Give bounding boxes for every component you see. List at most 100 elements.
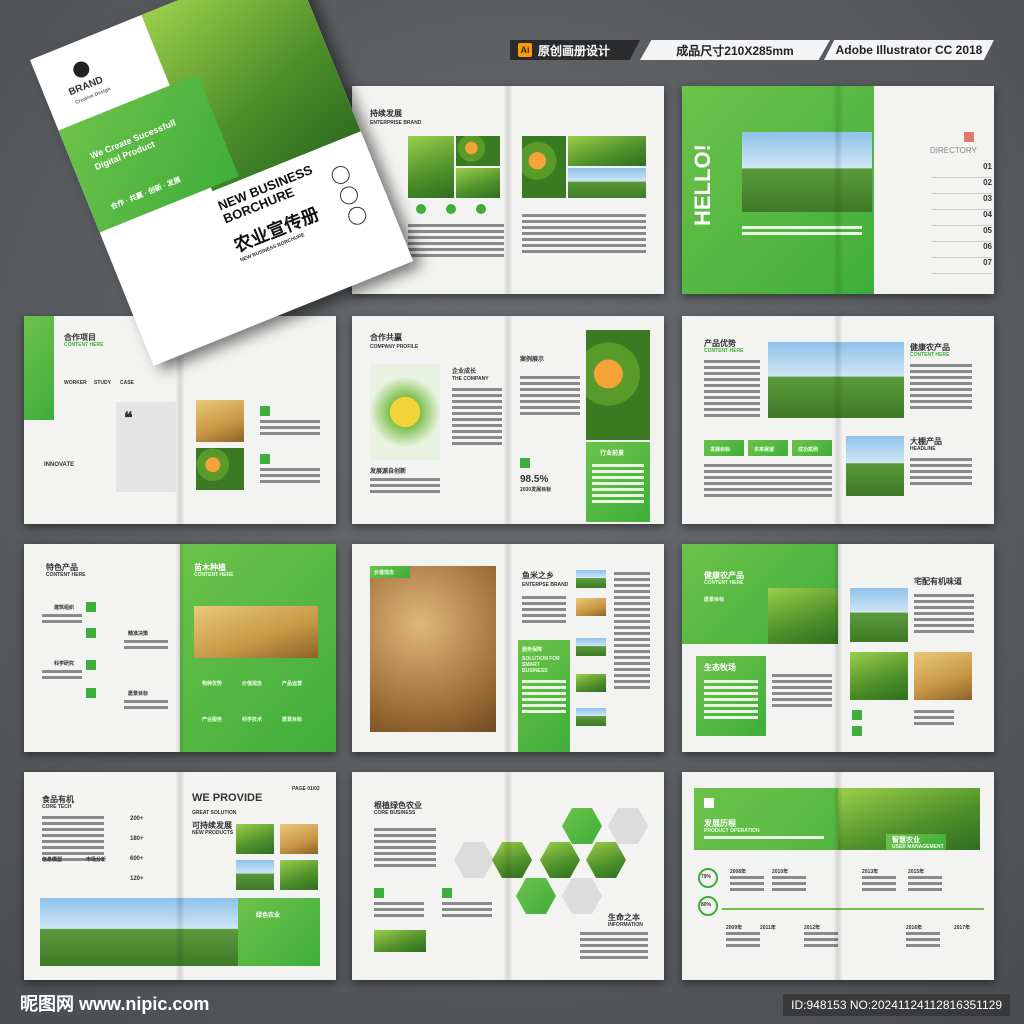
stat-value: 98.5% <box>520 474 549 485</box>
goal-tab[interactable]: 发展目标 <box>704 440 744 456</box>
vision-icon <box>86 688 96 698</box>
page-number: PAGE 01/02 <box>292 786 320 792</box>
page-subtitle: CONTENT HERE <box>64 342 104 348</box>
photo-grain-bowl <box>914 652 972 700</box>
vision-label: 愿景目标 <box>704 597 725 603</box>
year-text <box>908 876 942 894</box>
text-4 <box>124 700 168 712</box>
leaf-icon <box>260 406 270 416</box>
page-subtitle: CONTENT HERE <box>46 572 86 578</box>
item-label: 愿景目标 <box>128 691 149 697</box>
page-subtitle: CORE BUSINESS <box>374 810 416 816</box>
greenhouse-text <box>910 458 972 488</box>
text-block-2 <box>374 902 424 920</box>
spread-history: 发展历程 PRODUCT OPERATION 智慧农业 USER MANAGEM… <box>682 772 994 980</box>
tabs-text <box>704 464 832 500</box>
chart-icon <box>260 454 270 464</box>
site-logo[interactable]: 昵图网 www.nipic.com <box>20 990 209 1016</box>
page-subtitle: ENTERPRISE BRAND <box>370 120 422 126</box>
icon-label: 产业服务 <box>202 717 223 723</box>
green-panel: 苗木种植 CONTENT HERE 物种优势 价值观念 产品运营 产业服务 科学… <box>180 544 336 752</box>
page-title: 持续发展 <box>370 109 402 118</box>
photo-meadow <box>40 898 238 966</box>
ranch-text <box>704 680 758 722</box>
green-strip <box>24 316 54 420</box>
caption-text <box>370 478 440 496</box>
tag-size-label: 成品尺寸210X285mm <box>676 43 794 58</box>
caption: 发展源自创新 <box>370 469 407 475</box>
directory-item[interactable]: 05 <box>932 226 992 242</box>
page-title: 合作共赢 <box>370 333 402 342</box>
pct-2: 80% <box>701 902 712 908</box>
thumb-2 <box>280 824 318 854</box>
delivery-title: 宅配有机味道 <box>914 577 962 586</box>
thumb-3 <box>576 638 606 656</box>
year-text-b <box>906 932 940 950</box>
icon-label: 物种优势 <box>202 681 223 687</box>
feature-icon-2 <box>852 726 862 736</box>
quote-box: ❝ <box>116 402 176 492</box>
thumb-2 <box>576 598 606 616</box>
directory-item[interactable]: 02 <box>932 178 992 194</box>
stat-label: 2030发展目标 <box>520 487 552 493</box>
image-id: ID:948153 NO:20241124112816351129 <box>783 994 1010 1016</box>
green-panel: 绿色农业 <box>238 898 320 966</box>
intro-text <box>522 596 566 626</box>
year-bottom: 2012年 <box>804 925 821 931</box>
hex-grey-2 <box>608 808 648 844</box>
directory-item[interactable]: 04 <box>932 210 992 226</box>
future-tab[interactable]: 未来展望 <box>748 440 788 456</box>
hex-photo-2 <box>540 842 580 878</box>
research-icon <box>86 660 96 670</box>
year-bottom: 2016年 <box>906 925 923 931</box>
stat-4: 120+ <box>130 876 144 882</box>
directory-label: DIRECTORY <box>930 146 977 155</box>
page-subtitle: PRODUCT OPERATION <box>704 828 760 834</box>
hex-photo <box>492 842 532 878</box>
location-icon <box>416 204 426 214</box>
photo-grass <box>408 136 454 198</box>
life-text <box>580 932 648 962</box>
text-block <box>374 828 436 870</box>
we-provide: WE PROVIDE <box>192 792 263 804</box>
directory-item[interactable]: 07 <box>932 258 992 274</box>
page-subtitle: CONTENT HERE <box>704 580 744 586</box>
thumb-text <box>614 572 650 692</box>
brand-logo-icon <box>70 59 92 80</box>
item-label: 信息模型 <box>42 857 63 863</box>
spread-organic: 健康农产品 CONTENT HERE 愿景目标 生态牧场 宅配有机味道 <box>682 544 994 752</box>
feature-text <box>914 710 954 728</box>
icon-label: 愿景目标 <box>282 717 303 723</box>
page-title: 鱼米之乡 <box>522 571 554 580</box>
hello-title: HELLO! <box>690 144 715 226</box>
tag-size: 成品尺寸210X285mm <box>640 40 830 60</box>
directory-item[interactable]: 06 <box>932 242 992 258</box>
we-provide-sub: GREAT SOLUTION <box>192 810 237 816</box>
stat-1: 200+ <box>130 816 144 822</box>
photo-rows <box>568 136 646 166</box>
photo-landscape <box>568 168 646 198</box>
item-label: 科学研究 <box>54 661 75 667</box>
photo-grass <box>374 930 426 952</box>
year-top: 2010年 <box>772 869 789 875</box>
company-subtitle: THE COMPANY <box>452 376 489 382</box>
chart-icon <box>704 798 714 808</box>
org-icon <box>86 602 96 612</box>
bar-chart-icon <box>520 458 530 468</box>
thumb-4 <box>576 674 606 692</box>
value-label-bg: 价值观念 <box>370 566 410 578</box>
illustrator-icon: Ai <box>518 43 532 57</box>
photo-corn <box>370 364 440 460</box>
directory-item[interactable]: 03 <box>932 194 992 210</box>
hex-photo-3 <box>586 842 626 878</box>
item-label: 精准决策 <box>128 631 149 637</box>
company-text <box>452 388 502 448</box>
cover-keywords: 合作 · 共赢 · 创新 · 发展 <box>109 176 182 212</box>
intro-text <box>742 226 862 238</box>
directory-item[interactable]: 01 <box>932 162 992 178</box>
cover-slogan: We Create Sucessfull Digital Product <box>88 117 178 173</box>
cover-icon-2 <box>337 183 361 208</box>
case-tab[interactable]: 成功案例 <box>792 440 832 456</box>
photo-harvest <box>846 436 904 496</box>
spread-featured: 特色产品 CONTENT HERE 建筑组织 精准决策 科学研究 愿景目标 苗木… <box>24 544 336 752</box>
